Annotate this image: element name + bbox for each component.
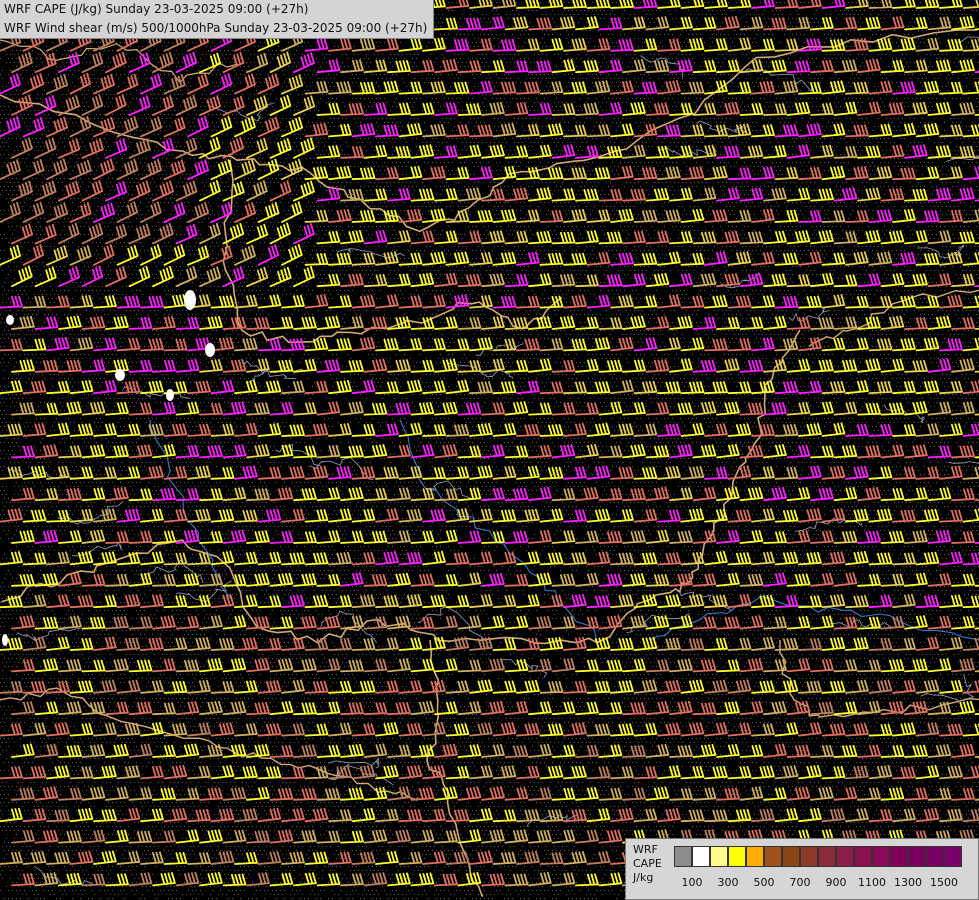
title-box: WRF CAPE (J/kg) Sunday 23-03-2025 09:00 … [0,0,435,39]
legend-swatch [854,846,872,867]
legend-tick-label: 500 [753,876,775,889]
legend-swatch [836,846,854,867]
legend-swatch [818,846,836,867]
cape-high-spot [166,389,174,401]
legend-swatch [764,846,782,867]
weather-map [0,0,979,900]
legend-tick-label: 1500 [930,876,958,889]
legend-swatch [890,846,908,867]
legend-swatch [746,846,764,867]
cape-high-spot [6,315,14,325]
title-cape: WRF CAPE (J/kg) Sunday 23-03-2025 09:00 … [4,2,309,16]
legend-label-wrf: WRF [633,843,658,856]
legend-swatch [908,846,926,867]
cape-high-spot [2,634,8,646]
title-wind-shear: WRF Wind shear (m/s) 500/1000hPa Sunday … [4,21,428,35]
legend-tick-label: 100 [681,876,703,889]
legend-swatch [944,846,962,867]
cape-high-spot [205,343,215,357]
legend-swatch [782,846,800,867]
cape-high-spot [184,290,196,310]
legend-swatch [728,846,746,867]
legend-tick-label: 1300 [894,876,922,889]
legend-swatch [710,846,728,867]
legend-swatch [872,846,890,867]
cape-legend: WRF CAPE J/kg 100 300 500 700 900 1100 1300 150… [625,838,979,900]
legend-tick-label: 300 [717,876,739,889]
legend-swatch [692,846,710,867]
legend-tick-label: 900 [825,876,847,889]
legend-label-cape: CAPE [633,857,662,870]
cape-high-spot [115,369,125,381]
legend-tick-label: 1100 [858,876,886,889]
legend-swatch [674,846,692,867]
legend-tick-label: 700 [789,876,811,889]
legend-swatch [926,846,944,867]
legend-label-unit: J/kg [633,871,654,884]
legend-swatch [800,846,818,867]
